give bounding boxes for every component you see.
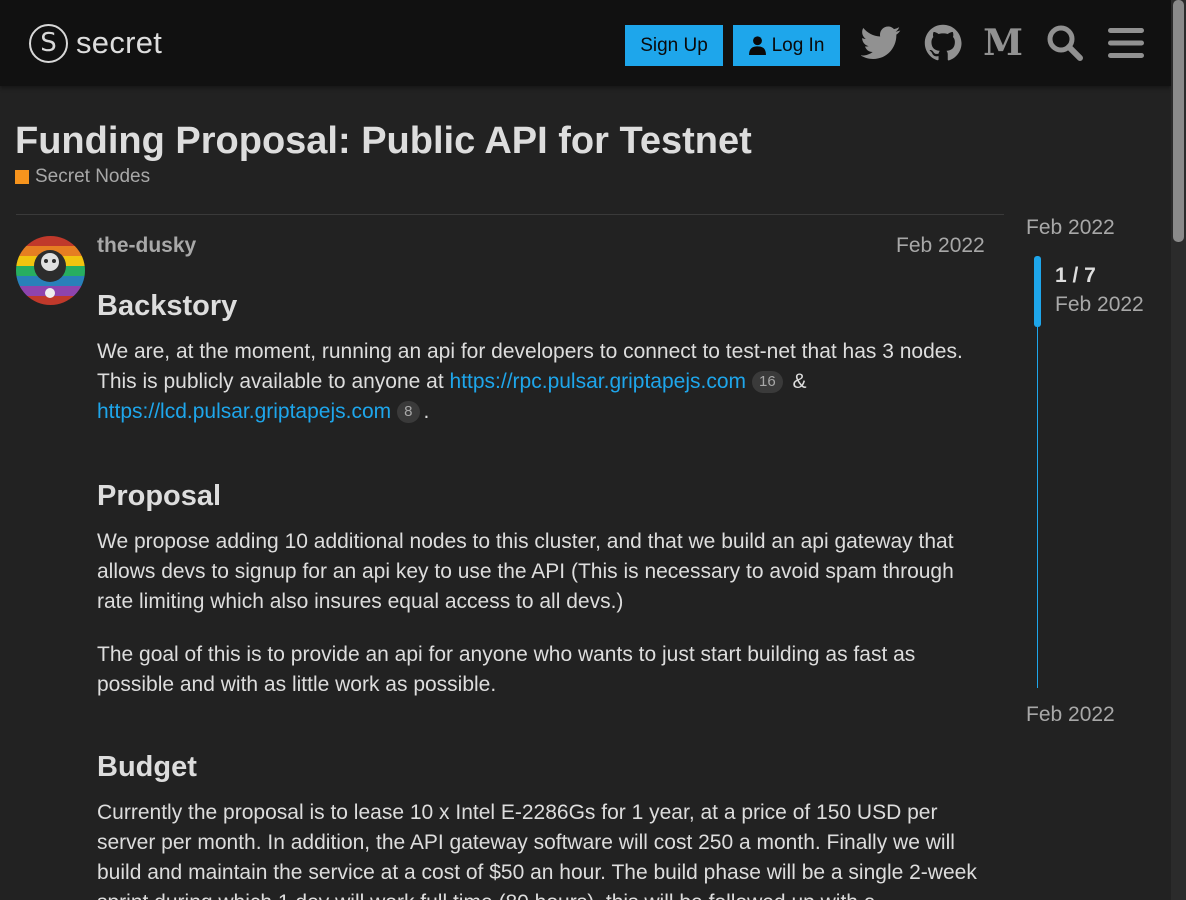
scrollbar-thumb[interactable] <box>1173 0 1184 242</box>
sign-up-button[interactable]: Sign Up <box>625 25 723 66</box>
hamburger-menu-icon[interactable] <box>1103 20 1149 66</box>
paragraph-proposal: We propose adding 10 additional nodes to… <box>97 530 954 613</box>
paragraph-goal: The goal of this is to provide an api fo… <box>97 643 916 696</box>
site-header: S secret Sign Up Log In M <box>0 0 1171 86</box>
category-name: Secret Nodes <box>35 166 151 187</box>
avatar-image <box>16 236 85 305</box>
log-in-label: Log In <box>771 34 825 56</box>
ampersand-text: & <box>786 370 807 393</box>
post-date[interactable]: Feb 2022 <box>896 234 985 258</box>
timeline-start-date[interactable]: Feb 2022 <box>1026 216 1115 240</box>
timeline-handle-date: Feb 2022 <box>1055 293 1144 316</box>
site-logo[interactable]: S secret <box>29 23 162 63</box>
lcd-click-count: 8 <box>397 401 420 423</box>
logo-text: secret <box>76 25 163 60</box>
title-divider <box>16 214 1004 215</box>
rpc-click-count: 16 <box>752 371 783 393</box>
timeline-position: 1 / 7 <box>1055 264 1096 287</box>
category-color-swatch <box>15 170 29 184</box>
heading-budget: Budget <box>97 751 197 783</box>
twitter-icon[interactable] <box>858 20 904 66</box>
timeline-handle[interactable] <box>1034 256 1041 327</box>
period-text: . <box>423 400 430 423</box>
paragraph-backstory: We are, at the moment, running an api fo… <box>97 337 992 427</box>
svg-text:M: M <box>983 27 1023 59</box>
category-badge[interactable]: Secret Nodes <box>15 166 150 188</box>
secret-logo-icon: S <box>29 23 68 63</box>
medium-icon[interactable]: M <box>980 20 1026 66</box>
log-in-button[interactable]: Log In <box>733 25 840 66</box>
search-icon[interactable] <box>1042 20 1088 66</box>
post-body: Backstory We are, at the moment, running… <box>97 286 992 900</box>
lcd-link[interactable]: https://lcd.pulsar.griptapejs.com <box>97 400 391 423</box>
timeline-end-date[interactable]: Feb 2022 <box>1026 703 1115 727</box>
post-author[interactable]: the-dusky <box>97 234 196 258</box>
user-icon <box>748 36 766 55</box>
rpc-link[interactable]: https://rpc.pulsar.griptapejs.com <box>450 370 746 393</box>
github-icon[interactable] <box>920 20 966 66</box>
heading-backstory: Backstory <box>97 290 238 322</box>
paragraph-budget: Currently the proposal is to lease 10 x … <box>97 801 977 900</box>
heading-proposal: Proposal <box>97 480 222 512</box>
topic-title[interactable]: Funding Proposal: Public API for Testnet <box>15 120 752 163</box>
avatar[interactable] <box>16 236 85 305</box>
